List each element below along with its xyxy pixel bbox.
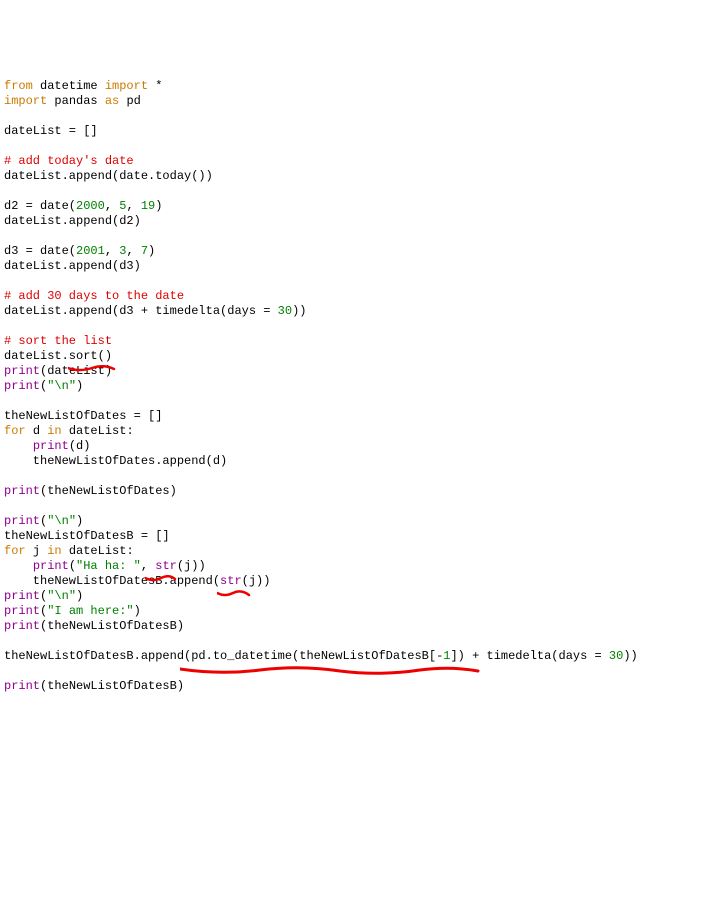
module-name: pandas xyxy=(54,94,97,108)
code-line: dateList.append(d2) xyxy=(4,214,141,228)
code-line: dateList.sort() xyxy=(4,349,112,363)
builtin-print: print xyxy=(4,364,40,378)
keyword-for: for xyxy=(4,424,26,438)
builtin-print: print xyxy=(4,379,40,393)
star: * xyxy=(155,79,162,93)
code-line: from datetime import * xyxy=(4,79,162,93)
code-line: print(theNewListOfDatesB) xyxy=(4,679,184,693)
code-line: dateList = [] xyxy=(4,124,98,138)
comment: # add 30 days to the date xyxy=(4,289,184,303)
keyword-for: for xyxy=(4,544,26,558)
builtin-print: print xyxy=(4,679,40,693)
code-line: theNewListOfDates = [] xyxy=(4,409,162,423)
keyword-from: from xyxy=(4,79,33,93)
builtin-print: print xyxy=(4,619,40,633)
code-line: print("Ha ha: ", str(j)) xyxy=(4,559,206,573)
code-line: for d in dateList: xyxy=(4,424,134,438)
code-line: print(dateList) xyxy=(4,364,112,378)
builtin-print: print xyxy=(4,484,40,498)
code-line: print("\n") xyxy=(4,514,83,528)
keyword-in: in xyxy=(47,544,61,558)
builtin-print: print xyxy=(4,514,40,528)
code-line: print(theNewListOfDatesB) xyxy=(4,619,184,633)
code-line: dateList.append(d3) xyxy=(4,259,141,273)
code-line: print("\n") xyxy=(4,589,83,603)
code-line: theNewListOfDatesB.append(str(j)) xyxy=(4,574,270,588)
builtin-print: print xyxy=(33,559,69,573)
code-line: print("\n") xyxy=(4,379,83,393)
keyword-as: as xyxy=(105,94,119,108)
keyword-import: import xyxy=(105,79,148,93)
builtin-str: str xyxy=(220,574,242,588)
code-line: theNewListOfDatesB = [] xyxy=(4,529,170,543)
builtin-print: print xyxy=(4,604,40,618)
builtin-print: print xyxy=(4,589,40,603)
alias: pd xyxy=(126,94,140,108)
code-line: for j in dateList: xyxy=(4,544,134,558)
comment: # sort the list xyxy=(4,334,112,348)
code-line: d3 = date(2001, 3, 7) xyxy=(4,244,155,258)
code-line: theNewListOfDatesB.append(pd.to_datetime… xyxy=(4,649,638,663)
comment: # add today's date xyxy=(4,154,134,168)
code-line: theNewListOfDates.append(d) xyxy=(4,454,227,468)
keyword-import: import xyxy=(4,94,47,108)
code-line: print("I am here:") xyxy=(4,604,141,618)
keyword-in: in xyxy=(47,424,61,438)
module-name: datetime xyxy=(40,79,98,93)
builtin-str: str xyxy=(155,559,177,573)
code-line: print(theNewListOfDates) xyxy=(4,484,177,498)
code-block: from datetime import * import pandas as … xyxy=(4,64,700,829)
code-line: dateList.append(d3 + timedelta(days = 30… xyxy=(4,304,306,318)
code-line: d2 = date(2000, 5, 19) xyxy=(4,199,162,213)
code-line: dateList.append(date.today()) xyxy=(4,169,213,183)
code-line: print(d) xyxy=(4,439,90,453)
code-line: import pandas as pd xyxy=(4,94,141,108)
builtin-print: print xyxy=(33,439,69,453)
